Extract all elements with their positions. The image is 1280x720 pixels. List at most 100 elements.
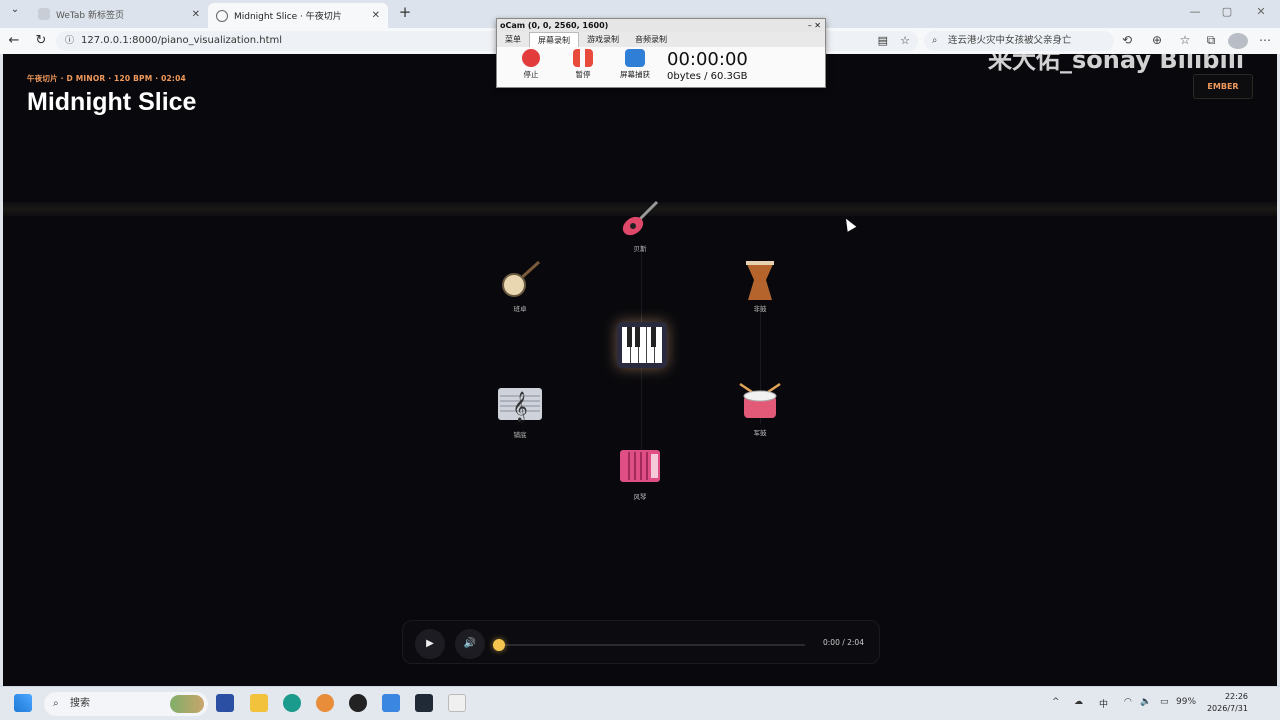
page-title: Midnight Slice xyxy=(27,88,197,116)
instrument-snare[interactable]: 军鼓 xyxy=(735,380,785,440)
close-icon[interactable]: ✕ xyxy=(192,9,200,20)
back-icon[interactable]: ← xyxy=(5,33,23,48)
task-view-icon[interactable] xyxy=(216,694,234,712)
maximize-icon[interactable]: ▢ xyxy=(1212,5,1242,18)
connector-line xyxy=(641,244,642,324)
terminal-icon[interactable] xyxy=(415,694,433,712)
ocam-window: oCam (0, 0, 2560, 1600) – ✕ 菜单 屏幕录制 游戏录制… xyxy=(496,18,826,88)
tab-title: Midnight Slice · 午夜切片 xyxy=(234,12,342,22)
ocam-stop-button[interactable]: 停止 xyxy=(511,49,551,80)
instrument-banjo[interactable]: 班卓 xyxy=(495,256,545,316)
electric-guitar-icon xyxy=(622,200,659,236)
instrument-accordion[interactable]: 风琴 xyxy=(615,444,665,504)
url-text: 127.0.0.1:8000/piano_visualization.html xyxy=(81,35,283,46)
search-text: 连云港火灾中女孩被父亲身亡 xyxy=(948,35,1072,46)
ocam-tab-menu[interactable]: 菜单 xyxy=(497,32,529,47)
instrument-label: 班卓 xyxy=(513,305,527,313)
instrument-pad[interactable]: 𝄞 铺底 xyxy=(495,382,545,442)
more-menu-icon[interactable]: ⋯ xyxy=(1256,33,1274,47)
ocam-body: 停止 暂停 屏幕捕获 00:00:00 0bytes / 60.3GB xyxy=(497,47,825,87)
instrument-label: 非鼓 xyxy=(753,305,767,313)
tray-cloud-icon[interactable]: ☁ xyxy=(1074,697,1083,707)
globe-icon xyxy=(216,9,228,22)
tab-list-chevron-icon[interactable]: ⌄ xyxy=(6,4,24,15)
ocam-titlebar: oCam (0, 0, 2560, 1600) – ✕ xyxy=(497,19,825,32)
ocam-tab-audio-record[interactable]: 音频录制 xyxy=(627,32,675,47)
stop-icon xyxy=(522,49,540,67)
play-icon: ▶ xyxy=(426,638,434,649)
progress-track[interactable] xyxy=(493,639,805,651)
progress-knob[interactable] xyxy=(493,639,505,651)
instrument-label: 铺底 xyxy=(513,431,527,439)
favorites-icon[interactable]: ☆ xyxy=(1176,33,1194,47)
accordion-icon xyxy=(620,450,660,482)
search-highlight-image xyxy=(170,695,204,713)
instrument-piano[interactable] xyxy=(617,322,667,368)
bilibili-watermark: 来大佑_sonay Bilibili xyxy=(988,54,1245,74)
instrument-label: 风琴 xyxy=(633,493,647,501)
banjo-icon xyxy=(502,260,541,297)
ocam-tabs: 菜单 屏幕录制 游戏录制 音频录制 xyxy=(497,32,825,47)
favorite-star-icon[interactable]: ☆ xyxy=(900,31,910,51)
theme-button[interactable]: EMBER xyxy=(1193,74,1253,99)
tab-wetab[interactable]: WeTab 新标签页 ✕ xyxy=(30,3,208,25)
app-bird-icon[interactable] xyxy=(382,694,400,712)
ocam-tab-game-record[interactable]: 游戏录制 xyxy=(579,32,627,47)
wifi-icon[interactable]: ◠ xyxy=(1124,697,1132,707)
ocam-pause-button[interactable]: 暂停 xyxy=(563,49,603,80)
start-windows-icon[interactable] xyxy=(14,694,32,712)
windows-taskbar: ⌕ 搜索 ^ ☁ 中 ◠ 🔈 ▭ 99% 22:26 2026/7/31 xyxy=(0,686,1280,720)
play-button[interactable]: ▶ xyxy=(415,629,445,659)
split-screen-icon[interactable]: ⧉ xyxy=(1202,33,1220,48)
collections-icon[interactable]: ⊕ xyxy=(1148,33,1166,47)
audio-player: ▶ 🔊 0:00 / 2:04 xyxy=(402,620,880,664)
qq-icon[interactable] xyxy=(349,694,367,712)
monitor-icon xyxy=(625,49,645,67)
reader-view-icon[interactable]: ▤ xyxy=(878,31,888,51)
ocam-title: oCam (0, 0, 2560, 1600) xyxy=(500,21,609,30)
tray-overflow-chevron-icon[interactable]: ^ xyxy=(1052,697,1060,707)
profile-avatar[interactable] xyxy=(1228,33,1248,49)
treble-clef-sheet-icon: 𝄞 xyxy=(498,388,542,423)
new-tab-icon[interactable]: + xyxy=(396,3,414,21)
file-explorer-icon[interactable] xyxy=(250,694,268,712)
extension-icon[interactable]: ⟲ xyxy=(1118,33,1136,47)
edge-browser-icon[interactable] xyxy=(283,694,301,712)
speaker-icon[interactable]: 🔈 xyxy=(1140,697,1151,707)
battery-percent: 99% xyxy=(1176,697,1197,707)
web-search-input[interactable]: ⌕ 连云港火灾中女孩被父亲身亡 xyxy=(924,31,1114,51)
minimize-icon[interactable]: — xyxy=(1180,5,1210,18)
ocam-close-icon[interactable]: – ✕ xyxy=(808,19,821,32)
ocam-elapsed-time: 00:00:00 xyxy=(667,49,748,70)
ocam-tab-screen-record[interactable]: 屏幕录制 xyxy=(529,32,579,47)
site-info-icon[interactable]: ⓘ xyxy=(65,31,74,51)
reload-icon[interactable]: ↻ xyxy=(32,33,50,48)
time-display: 0:00 / 2:04 xyxy=(823,638,864,647)
taskbar-search[interactable]: ⌕ 搜索 xyxy=(44,692,208,716)
search-icon: ⌕ xyxy=(53,698,59,709)
ocam-button-label: 停止 xyxy=(523,70,539,79)
instrument-djembe[interactable]: 非鼓 xyxy=(735,256,785,316)
ime-indicator[interactable]: 中 xyxy=(1099,697,1108,710)
battery-icon[interactable]: ▭ xyxy=(1160,697,1169,707)
tab-midnight-slice[interactable]: Midnight Slice · 午夜切片 ✕ xyxy=(208,3,388,28)
ocam-file-size: 0bytes / 60.3GB xyxy=(667,71,748,82)
volume-button[interactable]: 🔊 xyxy=(455,629,485,659)
taskbar-search-label: 搜索 xyxy=(70,698,90,709)
ocam-taskbar-icon[interactable] xyxy=(448,694,466,712)
instrument-label: 贝斯 xyxy=(633,245,647,253)
wetab-favicon-icon xyxy=(38,8,50,20)
mouse-cursor-icon xyxy=(841,216,857,232)
pause-icon xyxy=(573,49,593,67)
ocam-capture-button[interactable]: 屏幕捕获 xyxy=(615,49,655,80)
page-viewport: 午夜切片 · D MINOR · 120 BPM · 02:04 Midnigh… xyxy=(3,54,1277,686)
taskbar-clock[interactable]: 22:26 2026/7/31 xyxy=(1200,691,1248,715)
search-icon: ⌕ xyxy=(932,35,938,46)
close-icon[interactable]: ✕ xyxy=(372,10,380,21)
clock-time: 22:26 xyxy=(1224,692,1248,701)
ocam-button-label: 暂停 xyxy=(575,70,591,79)
window-close-icon[interactable]: ✕ xyxy=(1246,5,1276,18)
ocam-button-label: 屏幕捕获 xyxy=(620,70,650,79)
app-sunburst-icon[interactable] xyxy=(316,694,334,712)
instrument-bass[interactable]: 贝斯 xyxy=(615,196,665,256)
